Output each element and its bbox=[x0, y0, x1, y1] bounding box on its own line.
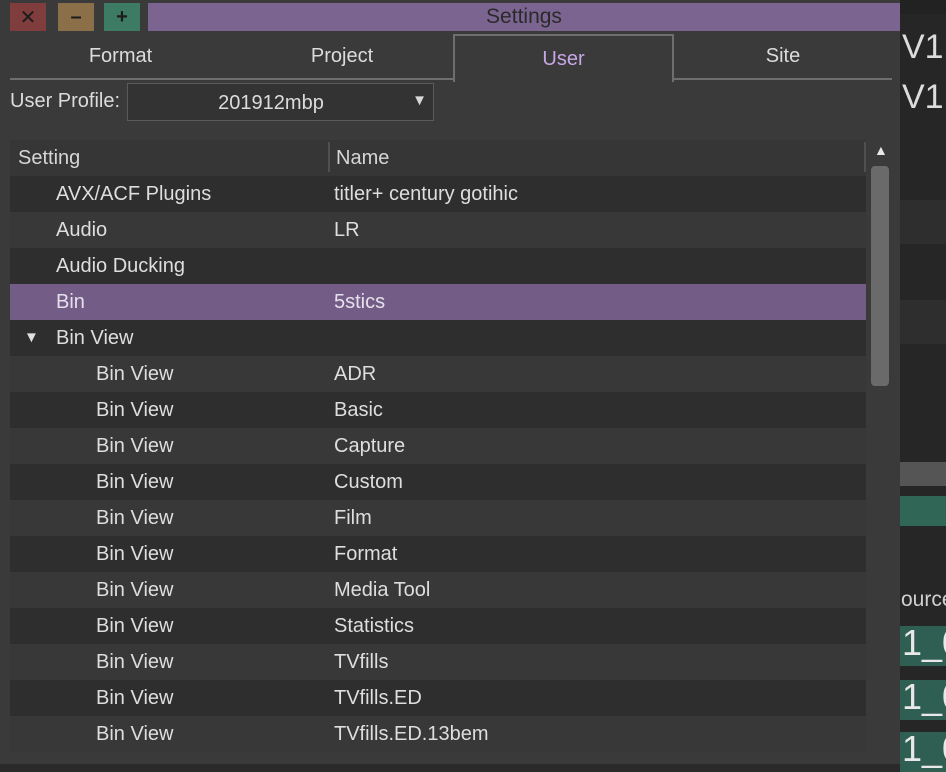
background-row bbox=[900, 300, 946, 344]
title-strip[interactable]: Settings bbox=[148, 3, 900, 31]
table-row[interactable]: Bin View Custom bbox=[10, 464, 866, 500]
chevron-down-icon: ▼ bbox=[412, 92, 427, 109]
minus-icon: – bbox=[70, 5, 82, 28]
name-cell: titler+ century gotihic bbox=[334, 183, 518, 205]
table-header: Setting Name bbox=[10, 140, 866, 176]
setting-cell: Bin View bbox=[96, 723, 174, 745]
user-profile-label: User Profile: bbox=[10, 90, 121, 112]
table-row[interactable]: Bin View Format bbox=[10, 536, 866, 572]
track-label: V1 bbox=[902, 28, 944, 66]
setting-cell: Bin View bbox=[56, 327, 134, 349]
title-bar[interactable]: ✕ – + Settings bbox=[0, 0, 900, 34]
background-green-bar bbox=[900, 496, 946, 526]
table-row[interactable]: AVX/ACF Plugins titler+ century gotihic bbox=[10, 176, 866, 212]
name-cell: TVfills bbox=[334, 651, 389, 673]
name-cell: ADR bbox=[334, 363, 377, 385]
column-header-setting[interactable]: Setting bbox=[18, 140, 80, 176]
setting-cell: AVX/ACF Plugins bbox=[56, 183, 212, 205]
name-cell: 5stics bbox=[334, 291, 386, 313]
tab-user[interactable]: User bbox=[453, 34, 674, 82]
table-row[interactable]: Audio LR bbox=[10, 212, 866, 248]
setting-cell: Bin View bbox=[96, 471, 174, 493]
track-label: V1 bbox=[902, 78, 944, 116]
user-profile-dropdown[interactable]: 201912mbp ▼ bbox=[127, 83, 434, 121]
name-cell: TVfills.ED bbox=[334, 687, 422, 709]
background-band bbox=[900, 0, 946, 14]
setting-cell: Audio bbox=[56, 219, 108, 241]
plus-icon: + bbox=[116, 5, 128, 28]
setting-cell: Bin View bbox=[96, 507, 174, 529]
setting-cell: Bin View bbox=[96, 363, 174, 385]
background-row bbox=[900, 200, 946, 244]
source-column-label: ource bbox=[901, 588, 946, 611]
maximize-button[interactable]: + bbox=[104, 3, 140, 31]
table-row[interactable]: Bin View Film bbox=[10, 500, 866, 536]
settings-window: ✕ – + Settings Format Project User Site … bbox=[0, 0, 900, 764]
table-row[interactable]: Bin View Basic bbox=[10, 392, 866, 428]
scroll-up-arrow-icon[interactable]: ▲ bbox=[874, 142, 888, 158]
table-row[interactable]: Bin View ADR bbox=[10, 356, 866, 392]
table-row[interactable]: Bin View Statistics bbox=[10, 608, 866, 644]
table-row[interactable]: Bin View Media Tool bbox=[10, 572, 866, 608]
setting-cell: Bin View bbox=[96, 579, 174, 601]
name-cell: Capture bbox=[334, 435, 406, 457]
expand-triangle-icon[interactable]: ▼ bbox=[24, 320, 39, 356]
close-button[interactable]: ✕ bbox=[10, 3, 46, 31]
table-row[interactable]: Audio Ducking bbox=[10, 248, 866, 284]
clip-item: 1_0 bbox=[900, 626, 946, 666]
table-row[interactable]: Bin View TVfills.ED bbox=[10, 680, 866, 716]
setting-cell: Bin View bbox=[96, 615, 174, 637]
setting-cell: Bin bbox=[56, 291, 85, 313]
name-cell: Media Tool bbox=[334, 579, 431, 601]
setting-cell: Bin View bbox=[96, 543, 174, 565]
clip-item: 1_0 bbox=[900, 680, 946, 720]
name-cell: Format bbox=[334, 543, 398, 565]
settings-table: Setting Name AVX/ACF Plugins titler+ cent… bbox=[10, 140, 866, 764]
tab-format[interactable]: Format bbox=[10, 34, 231, 80]
name-cell: LR bbox=[334, 219, 360, 241]
table-row[interactable]: Bin 5stics bbox=[10, 284, 866, 320]
tab-site[interactable]: Site bbox=[674, 34, 892, 80]
name-cell: Statistics bbox=[334, 615, 415, 637]
table-row[interactable]: ▼ Bin View bbox=[10, 320, 866, 356]
vertical-scrollbar[interactable]: ▲ bbox=[868, 140, 892, 764]
background-divider bbox=[900, 462, 946, 486]
user-profile-value: 201912mbp bbox=[218, 92, 324, 114]
setting-cell: Bin View bbox=[96, 399, 174, 421]
column-header-name[interactable]: Name bbox=[336, 140, 389, 176]
table-row[interactable]: Bin View Capture bbox=[10, 428, 866, 464]
table-row[interactable]: Bin View TVfills.ED.13bem bbox=[10, 716, 866, 752]
tab-project[interactable]: Project bbox=[231, 34, 453, 80]
name-cell: Custom bbox=[334, 471, 403, 493]
close-icon: ✕ bbox=[19, 6, 37, 29]
window-title: Settings bbox=[486, 5, 562, 28]
setting-cell: Bin View bbox=[96, 435, 174, 457]
setting-cell: Bin View bbox=[96, 651, 174, 673]
table-body: AVX/ACF Plugins titler+ century gotihic Au… bbox=[10, 176, 866, 752]
scrollbar-thumb[interactable] bbox=[871, 166, 889, 386]
column-divider[interactable] bbox=[328, 142, 330, 172]
setting-cell: Bin View bbox=[96, 687, 174, 709]
name-cell: TVfills.ED.13bem bbox=[334, 723, 489, 745]
column-divider[interactable] bbox=[864, 142, 866, 172]
name-cell: Film bbox=[334, 507, 372, 529]
setting-cell: Audio Ducking bbox=[56, 255, 185, 277]
tab-bar: Format Project User Site bbox=[10, 34, 892, 82]
minimize-button[interactable]: – bbox=[58, 3, 94, 31]
name-cell: Basic bbox=[334, 399, 383, 421]
clip-item: 1_0 bbox=[900, 732, 946, 772]
table-row[interactable]: Bin View TVfills bbox=[10, 644, 866, 680]
